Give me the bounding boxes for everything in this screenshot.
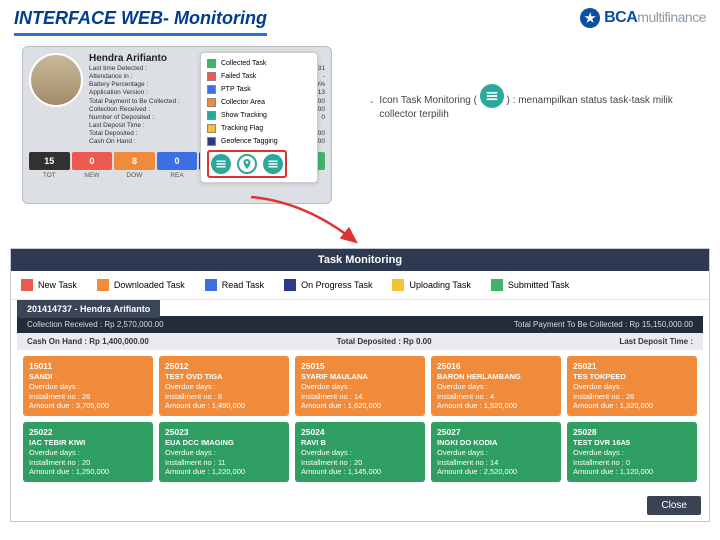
task-card[interactable]: 25027INGKI DO KODIAOverdue days :Install… [431, 422, 561, 482]
legend-swatch-icon [205, 279, 217, 291]
legend-item[interactable]: Show Tracking [207, 111, 311, 120]
legend-label: Read Task [222, 280, 264, 290]
panel-legend-item: On Progress Task [284, 279, 372, 291]
task-card[interactable]: 25022IAC TEBIR KIWIOverdue days :Install… [23, 422, 153, 482]
legend-swatch-icon [284, 279, 296, 291]
task-monitoring-icon[interactable] [211, 154, 231, 174]
brand-text: BCAmultifinance [604, 9, 706, 27]
legend-swatch-icon [207, 85, 216, 94]
task-monitoring-panel: Task Monitoring New Task Downloaded Task R… [10, 248, 710, 522]
legend-item[interactable]: Collector Area [207, 98, 311, 107]
task-card-row: 25022IAC TEBIR KIWIOverdue days :Install… [17, 416, 703, 482]
panel-legend-item: New Task [21, 279, 77, 291]
legend-swatch-icon [207, 98, 216, 107]
legend-label: Submitted Task [508, 280, 569, 290]
legend-swatch-icon [207, 59, 216, 68]
sub-stats-light: Cash On Hand : Rp 1,400,000.00 Total Dep… [17, 333, 703, 350]
list-alt-icon[interactable] [263, 154, 283, 174]
counter: 0REA [157, 152, 198, 179]
close-button[interactable]: Close [647, 496, 701, 515]
stat-total-deposited: Total Deposited : Rp 0.00 [337, 337, 432, 346]
icon-description: - Icon Task Monitoring ( ) : menampilkan… [370, 84, 704, 122]
legend-swatch-icon [207, 137, 216, 146]
panel-legend-item: Uploading Task [392, 279, 470, 291]
legend-swatch-icon [392, 279, 404, 291]
stat-total-payment: Total Payment To Be Collected : Rp 15,15… [514, 320, 693, 329]
legend-swatch-icon [207, 72, 216, 81]
legend-label: Downloaded Task [114, 280, 185, 290]
task-card[interactable]: 25015SYARIF MAULANAOverdue days :Install… [295, 356, 425, 416]
counter: 8DOW [114, 152, 155, 179]
legend-label: Geofence Tagging [221, 138, 278, 145]
legend-item[interactable]: Failed Task [207, 72, 311, 81]
legend-label: Failed Task [221, 73, 256, 80]
task-card[interactable]: 25028TEST DVR 16A5Overdue days :Installm… [567, 422, 697, 482]
avatar [29, 53, 83, 107]
brand-sub: multifinance [637, 9, 706, 25]
legend-label: Uploading Task [409, 280, 470, 290]
legend-item[interactable]: Tracking Flag [207, 124, 311, 133]
task-card[interactable]: 15011SANDIOverdue days :Installment no :… [23, 356, 153, 416]
task-monitoring-inline-icon [480, 84, 504, 108]
counter: 0NEW [72, 152, 113, 179]
task-card-row: 15011SANDIOverdue days :Installment no :… [17, 350, 703, 416]
legend-swatch-icon [207, 124, 216, 133]
task-card[interactable]: 25021TES TOKPEEDOverdue days :Installmen… [567, 356, 697, 416]
brand-main: BCA [604, 9, 637, 26]
panel-legend-item: Downloaded Task [97, 279, 185, 291]
panel-legend-item: Read Task [205, 279, 264, 291]
collector-sub-title: 201414737 - Hendra Arifianto [17, 300, 160, 318]
legend-action-group [207, 150, 287, 178]
panel-title: Task Monitoring [11, 249, 709, 271]
callout-arrow-icon [246, 192, 366, 252]
desc-prefix: Icon Task Monitoring ( [379, 95, 477, 106]
task-card[interactable]: 25012TEST OVD TIGAOverdue days :Installm… [159, 356, 289, 416]
panel-legend: New Task Downloaded Task Read Task On Progr… [11, 271, 709, 300]
desc-dash: - [370, 96, 373, 110]
legend-swatch-icon [491, 279, 503, 291]
location-pin-icon[interactable] [237, 154, 257, 174]
legend-swatch-icon [21, 279, 33, 291]
legend-label: Collector Area [221, 99, 265, 106]
brand-logo: BCAmultifinance [580, 8, 706, 28]
counter: 15TOT [29, 152, 70, 179]
task-card[interactable]: 25016BARON HERLAMBANGOverdue days :Insta… [431, 356, 561, 416]
task-card[interactable]: 25024RAVI BOverdue days :Installment no … [295, 422, 425, 482]
legend-label: New Task [38, 280, 77, 290]
legend-item[interactable]: Geofence Tagging [207, 137, 311, 146]
stat-last-deposit: Last Deposit Time : [619, 337, 693, 346]
brand-badge-icon [580, 8, 600, 28]
legend-label: On Progress Task [301, 280, 372, 290]
stat-collection-received: Collection Received : Rp 2,570,000.00 [27, 320, 164, 329]
page-title: INTERFACE WEB- Monitoring [14, 8, 267, 36]
panel-legend-item: Submitted Task [491, 279, 569, 291]
overlay-legend-card: Collected Task Failed Task PTP Task Collect… [200, 52, 318, 183]
legend-label: PTP Task [221, 86, 251, 93]
legend-swatch-icon [97, 279, 109, 291]
stat-cash-on-hand: Cash On Hand : Rp 1,400,000.00 [27, 337, 149, 346]
legend-label: Collected Task [221, 60, 266, 67]
legend-label: Tracking Flag [221, 125, 263, 132]
legend-swatch-icon [207, 111, 216, 120]
sub-stats-dark: Collection Received : Rp 2,570,000.00 To… [17, 316, 703, 333]
legend-item[interactable]: PTP Task [207, 85, 311, 94]
task-card[interactable]: 25023EUA DCC IMAGINGOverdue days :Instal… [159, 422, 289, 482]
overview-collage: Hendra Arifianto Last time Detected :15:… [10, 44, 710, 224]
legend-label: Show Tracking [221, 112, 267, 119]
legend-item[interactable]: Collected Task [207, 59, 311, 68]
